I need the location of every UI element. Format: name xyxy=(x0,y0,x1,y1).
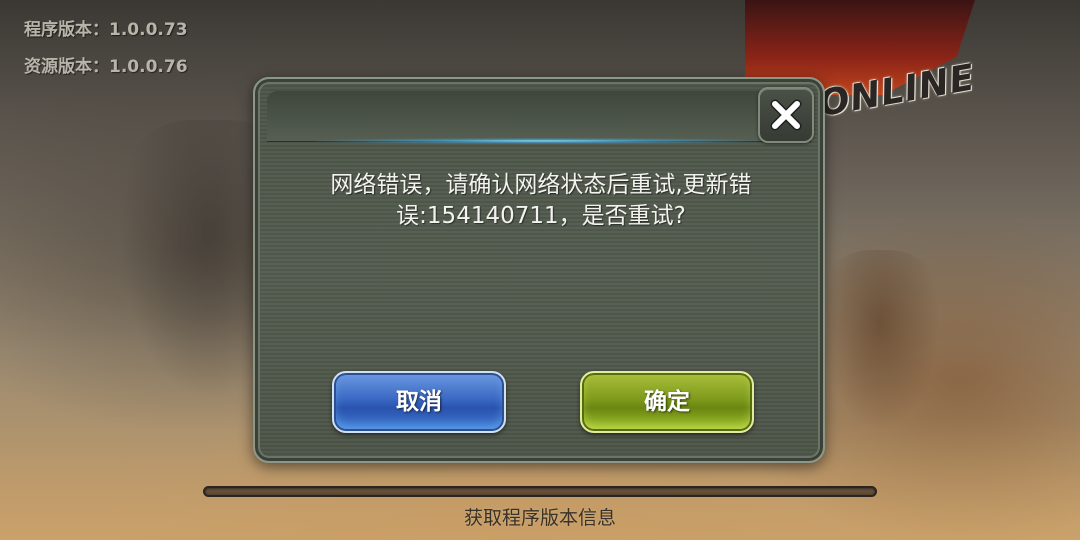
resource-version-label: 资源版本：1.0.0.76 xyxy=(24,57,188,77)
confirm-button[interactable]: 确定 xyxy=(580,371,754,433)
loading-status-text: 获取程序版本信息 xyxy=(463,507,616,529)
close-button[interactable] xyxy=(758,87,814,143)
close-icon xyxy=(770,99,802,131)
network-error-dialog: 网络错误，请确认网络状态后重试,更新错误:154140711，是否重试? 取消 … xyxy=(253,77,825,463)
game-launcher-screen: ONLINE 程序版本：1.0.0.73 资源版本：1.0.0.76 网络错误，… xyxy=(0,0,1080,540)
dialog-message: 网络错误，请确认网络状态后重试,更新错误:154140711，是否重试? xyxy=(330,172,752,229)
dialog-header-glow xyxy=(315,138,765,144)
program-version-label: 程序版本：1.0.0.73 xyxy=(24,20,188,40)
background-rider-art xyxy=(820,250,940,430)
dialog-header xyxy=(267,91,811,142)
cancel-button[interactable]: 取消 xyxy=(332,371,506,433)
loading-progress-bar xyxy=(203,486,877,497)
